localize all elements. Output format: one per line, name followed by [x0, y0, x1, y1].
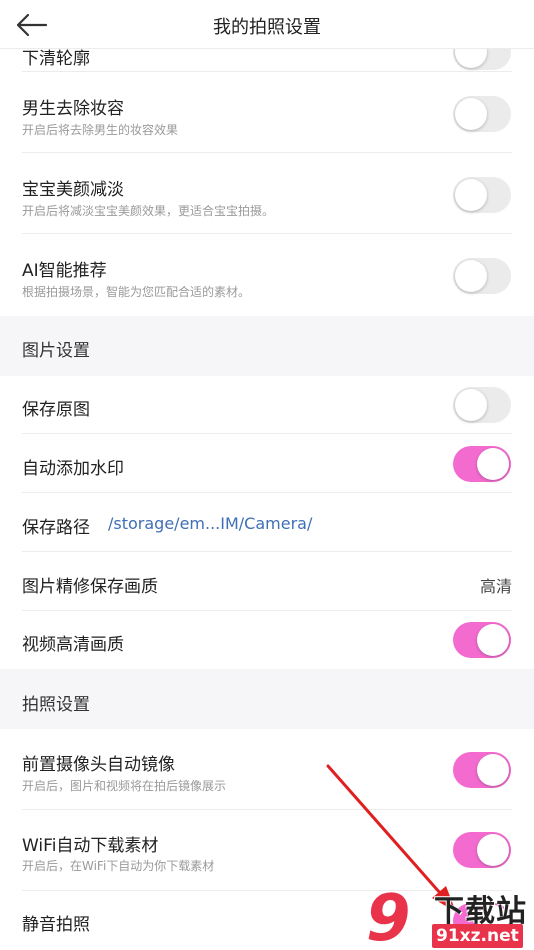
- section-title: 拍照设置: [22, 695, 90, 715]
- divider: [22, 233, 512, 234]
- retouch-quality-label: 图片精修保存画质: [22, 577, 158, 597]
- row-front-mirror[interactable]: 前置摄像头自动镜像 开启后，图片和视频将在拍后镜像展示: [0, 730, 534, 810]
- toggle-knob: [477, 448, 509, 480]
- divider: [22, 809, 512, 810]
- section-title: 图片设置: [22, 341, 90, 361]
- watermark-url: 91xz.net: [432, 924, 523, 948]
- row-wifi-download[interactable]: WiFi自动下载素材 开启后，在WiFi下自动为你下载素材: [0, 811, 534, 891]
- wifi-download-toggle[interactable]: [453, 832, 511, 868]
- row-video-hd[interactable]: 视频高清画质: [0, 612, 534, 668]
- baby-beauty-toggle[interactable]: [453, 177, 511, 213]
- silent-label: 静音拍照: [22, 915, 90, 935]
- male-makeup-toggle[interactable]: [453, 96, 511, 132]
- top-bar: 我的拍照设置: [0, 0, 534, 49]
- save-path-value[interactable]: /storage/em...IM/Camera/: [108, 514, 312, 533]
- wifi-download-label: WiFi自动下载素材: [22, 836, 159, 856]
- toggle-knob: [477, 754, 509, 786]
- toggle-knob: [455, 179, 487, 211]
- video-hd-label: 视频高清画质: [22, 635, 124, 655]
- toggle-knob: [455, 98, 487, 130]
- divider: [22, 433, 512, 434]
- toggle-knob: [455, 389, 487, 421]
- row-retouch-quality[interactable]: 图片精修保存画质 高清: [0, 553, 534, 611]
- video-hd-toggle[interactable]: [453, 622, 511, 658]
- toggle-knob: [455, 260, 487, 292]
- male-makeup-desc: 开启后将去除男生的妆容效果: [22, 123, 179, 137]
- row-ai-recommend[interactable]: AI智能推荐 根据拍摄场景，智能为您匹配合适的素材。: [0, 235, 534, 315]
- retouch-quality-value: 高清: [479, 577, 512, 596]
- row-watermark[interactable]: 自动添加水印: [0, 435, 534, 493]
- save-original-label: 保存原图: [22, 400, 90, 420]
- male-makeup-label: 男生去除妆容: [22, 99, 124, 119]
- ai-recommend-desc: 根据拍摄场景，智能为您匹配合适的素材。: [22, 285, 251, 299]
- front-mirror-label: 前置摄像头自动镜像: [22, 755, 175, 775]
- ai-recommend-label: AI智能推荐: [22, 261, 107, 281]
- site-logo-icon: 9: [366, 884, 411, 950]
- front-mirror-toggle[interactable]: [453, 752, 511, 788]
- divider: [22, 152, 512, 153]
- row-save-path[interactable]: 保存路径 /storage/em...IM/Camera/: [0, 494, 534, 552]
- save-path-label: 保存路径: [22, 518, 90, 538]
- page-title: 我的拍照设置: [213, 17, 321, 38]
- section-photo-settings: 拍照设置: [0, 669, 534, 729]
- divider: [22, 610, 512, 611]
- watermark-label: 自动添加水印: [22, 459, 124, 479]
- baby-beauty-desc: 开启后将减淡宝宝美颜效果，更适合宝宝拍摄。: [22, 204, 275, 218]
- row-baby-beauty[interactable]: 宝宝美颜减淡 开启后将减淡宝宝美颜效果，更适合宝宝拍摄。: [0, 154, 534, 234]
- front-mirror-desc: 开启后，图片和视频将在拍后镜像展示: [22, 779, 227, 793]
- wifi-download-desc: 开启后，在WiFi下自动为你下载素材: [22, 859, 215, 873]
- site-watermark: 9 下载站 91xz.net: [366, 882, 534, 950]
- divider: [22, 492, 512, 493]
- settings-list[interactable]: 下清轮廓 男生去除妆容 开启后将去除男生的妆容效果 宝宝美颜减淡 开启后将减淡宝…: [0, 0, 534, 950]
- ai-recommend-toggle[interactable]: [453, 258, 511, 294]
- divider: [22, 71, 512, 72]
- divider: [22, 551, 512, 552]
- row-male-makeup[interactable]: 男生去除妆容 开启后将去除男生的妆容效果: [0, 73, 534, 153]
- baby-beauty-label: 宝宝美颜减淡: [22, 180, 124, 200]
- toggle-knob: [477, 834, 509, 866]
- row-save-original[interactable]: 保存原图: [0, 377, 534, 434]
- watermark-toggle[interactable]: [453, 446, 511, 482]
- toggle-knob: [477, 624, 509, 656]
- logo-glyph: 9: [366, 884, 411, 950]
- save-original-toggle[interactable]: [453, 387, 511, 423]
- section-image-settings: 图片设置: [0, 316, 534, 376]
